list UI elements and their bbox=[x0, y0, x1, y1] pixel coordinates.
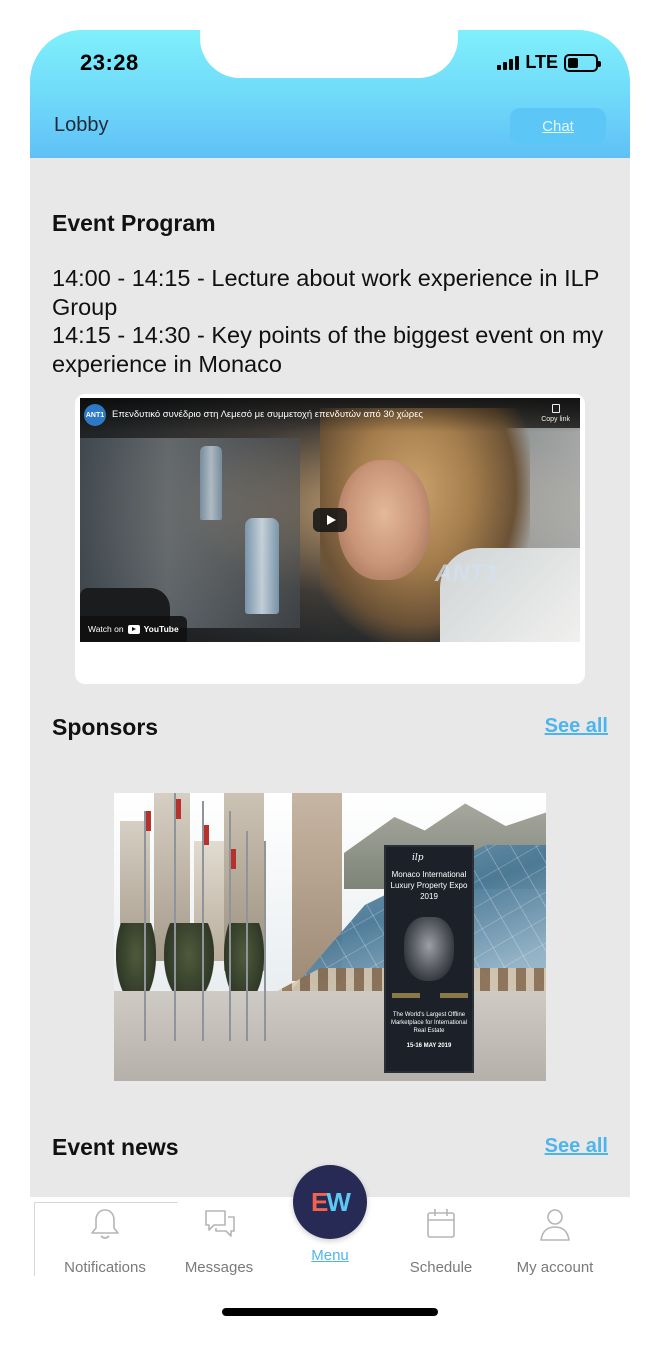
channel-logo[interactable]: ANT1 bbox=[84, 404, 106, 426]
tab-label: Messages bbox=[184, 1259, 254, 1276]
expo-banner: ilp Monaco International Luxury Property… bbox=[384, 845, 474, 1073]
program-line: 14:15 - 14:30 - Key points of the bigges… bbox=[52, 322, 604, 377]
channel-watermark: ANT1 bbox=[435, 560, 498, 587]
user-icon bbox=[540, 1209, 570, 1241]
main-content: Event Program 14:00 - 14:15 - Lecture ab… bbox=[30, 158, 630, 1198]
tab-label: Schedule bbox=[409, 1259, 473, 1276]
video-player[interactable]: ANT1 Επενδυτικό συνέδριο στη Λεμεσό με σ… bbox=[80, 398, 580, 642]
event-news-see-all-link[interactable]: See all bbox=[545, 1135, 608, 1158]
copy-link-label: Copy link bbox=[541, 416, 570, 423]
banner-tagline: The World's Largest Offline Marketplace … bbox=[390, 1012, 468, 1034]
tab-schedule[interactable]: Schedule bbox=[381, 1207, 501, 1277]
menu-label[interactable]: Menu bbox=[280, 1247, 380, 1264]
network-type: LTE bbox=[525, 52, 558, 72]
ilp-logo: ilp bbox=[412, 853, 424, 863]
play-button[interactable] bbox=[313, 508, 347, 532]
program-line: 14:00 - 14:15 - Lecture about work exper… bbox=[52, 265, 599, 320]
banner-title: Monaco International Luxury Property Exp… bbox=[390, 870, 468, 901]
app-header: 23:28 LTE Lobby Chat bbox=[30, 30, 630, 158]
event-program-title: Event Program bbox=[52, 210, 216, 236]
sponsor-image[interactable]: ilp Monaco International Luxury Property… bbox=[114, 793, 546, 1081]
event-news-title: Event news bbox=[52, 1134, 179, 1160]
calendar-icon bbox=[427, 1209, 455, 1238]
tab-notifications[interactable]: Notifications bbox=[45, 1207, 165, 1277]
sponsors-see-all-link[interactable]: See all bbox=[545, 715, 608, 738]
menu-button[interactable]: EW bbox=[293, 1165, 367, 1239]
device-notch bbox=[200, 30, 458, 78]
video-title[interactable]: Επενδυτικό συνέδριο στη Λεμεσό με συμμετ… bbox=[112, 409, 423, 420]
banner-dates: 15-16 MAY 2019 bbox=[406, 1043, 452, 1049]
status-indicators: LTE bbox=[497, 52, 601, 73]
youtube-label: YouTube bbox=[143, 624, 179, 634]
bell-icon bbox=[91, 1209, 119, 1239]
battery-icon bbox=[564, 53, 601, 72]
event-program-list: 14:00 - 14:15 - Lecture about work exper… bbox=[52, 264, 612, 378]
copy-icon bbox=[551, 404, 560, 413]
phone-screen: 23:28 LTE Lobby Chat Event Program 14:00… bbox=[30, 30, 630, 1280]
ew-logo: EW bbox=[311, 1186, 351, 1217]
partner-logos bbox=[392, 993, 468, 999]
youtube-icon bbox=[127, 624, 140, 634]
page-title: Lobby bbox=[54, 114, 109, 136]
signal-icon bbox=[497, 55, 520, 70]
status-time: 23:28 bbox=[80, 50, 139, 75]
video-card: ANT1 Επενδυτικό συνέδριο στη Λεμεσό με σ… bbox=[75, 394, 585, 684]
copy-link-button[interactable]: Copy link bbox=[541, 404, 570, 423]
chat-button[interactable]: Chat bbox=[510, 108, 606, 144]
tab-messages[interactable]: Messages bbox=[159, 1207, 279, 1277]
lion-emblem bbox=[404, 917, 454, 981]
tab-label: My account bbox=[516, 1259, 594, 1276]
messages-icon bbox=[205, 1210, 235, 1237]
bottom-tab-bar: Notifications Messages EW Menu Schedule … bbox=[30, 1165, 630, 1281]
sponsors-title: Sponsors bbox=[52, 714, 159, 740]
tab-label: Notifications bbox=[64, 1259, 146, 1276]
tab-my-account[interactable]: My account bbox=[495, 1207, 615, 1277]
watch-on-youtube-button[interactable]: Watch on YouTube bbox=[80, 616, 187, 642]
home-indicator[interactable] bbox=[222, 1308, 438, 1316]
watch-on-label: Watch on bbox=[88, 624, 124, 634]
